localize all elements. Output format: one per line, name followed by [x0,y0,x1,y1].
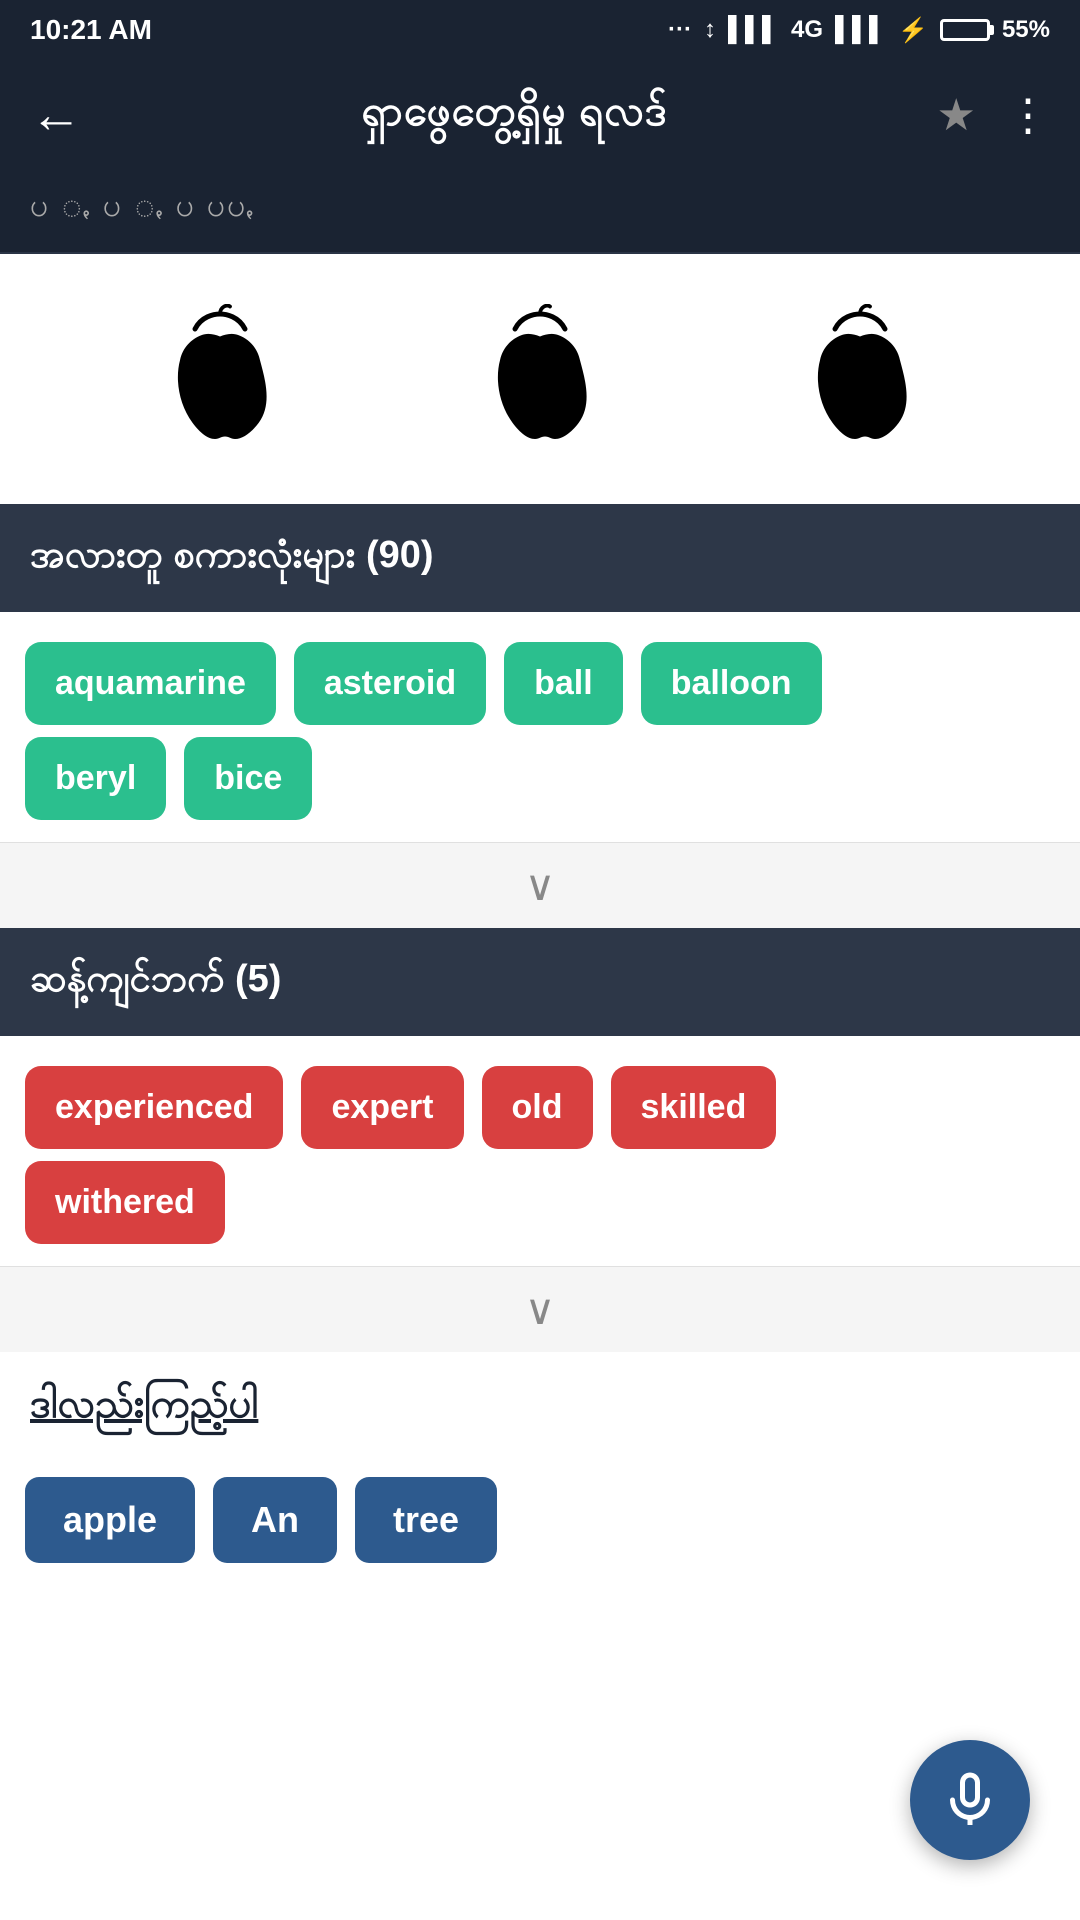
signal-arrows: ↕ [704,16,716,44]
mic-icon [940,1770,1000,1830]
related-tags-section: aquamarine asteroid ball balloon beryl b… [0,612,1080,842]
subtitle-bar: ပ ꩻ ပ ꩻ ပ ပပꩻ [0,170,1080,254]
tag-balloon[interactable]: balloon [641,642,822,725]
apple-icon-1 [145,304,295,454]
also-section: ဒါလည်းကြည့်ပါ [0,1352,1080,1457]
related-tags-row-1: aquamarine asteroid ball balloon [25,642,1055,725]
related-tags-row-2: beryl bice [25,737,1055,820]
status-right: ··· ↕ ▌▌▌ 4G ▌▌▌ ⚡ 55% [668,16,1050,45]
tag-bice[interactable]: bice [184,737,312,820]
star-button[interactable]: ★ [937,90,976,141]
mic-button[interactable] [910,1740,1030,1860]
chip-tree[interactable]: tree [355,1477,497,1563]
battery-percent: 55% [1002,16,1050,44]
chevron-down-icon-2: ∨ [525,1285,556,1334]
tag-ball[interactable]: ball [504,642,623,725]
tag-aquamarine[interactable]: aquamarine [25,642,276,725]
tag-old[interactable]: old [482,1066,593,1149]
battery-icon [940,19,990,41]
synonym-tags-row-2: withered [25,1161,1055,1244]
page-title: ရှာဖွေတွေ့ရှိမှု ရလဒ် [112,84,917,146]
network-type: 4G [791,16,823,44]
apple-icon-2 [465,304,615,454]
status-time: 10:21 AM [30,14,152,46]
apple-icon-3 [785,304,935,454]
expand-related-button[interactable]: ∨ [0,842,1080,928]
tag-expert[interactable]: expert [301,1066,463,1149]
more-button[interactable]: ⋮ [1006,90,1050,141]
tag-beryl[interactable]: beryl [25,737,166,820]
top-nav: ← ရှာဖွေတွေ့ရှိမှု ရလဒ် ★ ⋮ [0,60,1080,170]
tag-experienced[interactable]: experienced [25,1066,283,1149]
tag-skilled[interactable]: skilled [611,1066,777,1149]
chevron-down-icon: ∨ [525,861,556,910]
synonym-tags-section: experienced expert old skilled withered [0,1036,1080,1266]
tag-withered[interactable]: withered [25,1161,225,1244]
chip-apple[interactable]: apple [25,1477,195,1563]
expand-synonym-button[interactable]: ∨ [0,1266,1080,1352]
signal-bars-2: ▌▌▌ [835,16,886,44]
synonym-tags-row-1: experienced expert old skilled [25,1066,1055,1149]
subtitle-text: ပ ꩻ ပ ꩻ ပ ပပꩻ [30,187,255,223]
apple-section [0,254,1080,504]
tag-asteroid[interactable]: asteroid [294,642,486,725]
bottom-chips-area: apple An tree [0,1457,1080,1603]
chip-an[interactable]: An [213,1477,337,1563]
signal-bars: ▌▌▌ [728,16,779,44]
back-button[interactable]: ← [30,85,82,145]
synonym-section-header: ဆန့်ကျင်ဘက် (5) [0,928,1080,1036]
related-section-header: အလားတူ စကားလုံးများ (90) [0,504,1080,612]
charge-icon: ⚡ [898,16,928,45]
signal-dots: ··· [668,16,692,44]
status-bar: 10:21 AM ··· ↕ ▌▌▌ 4G ▌▌▌ ⚡ 55% [0,0,1080,60]
